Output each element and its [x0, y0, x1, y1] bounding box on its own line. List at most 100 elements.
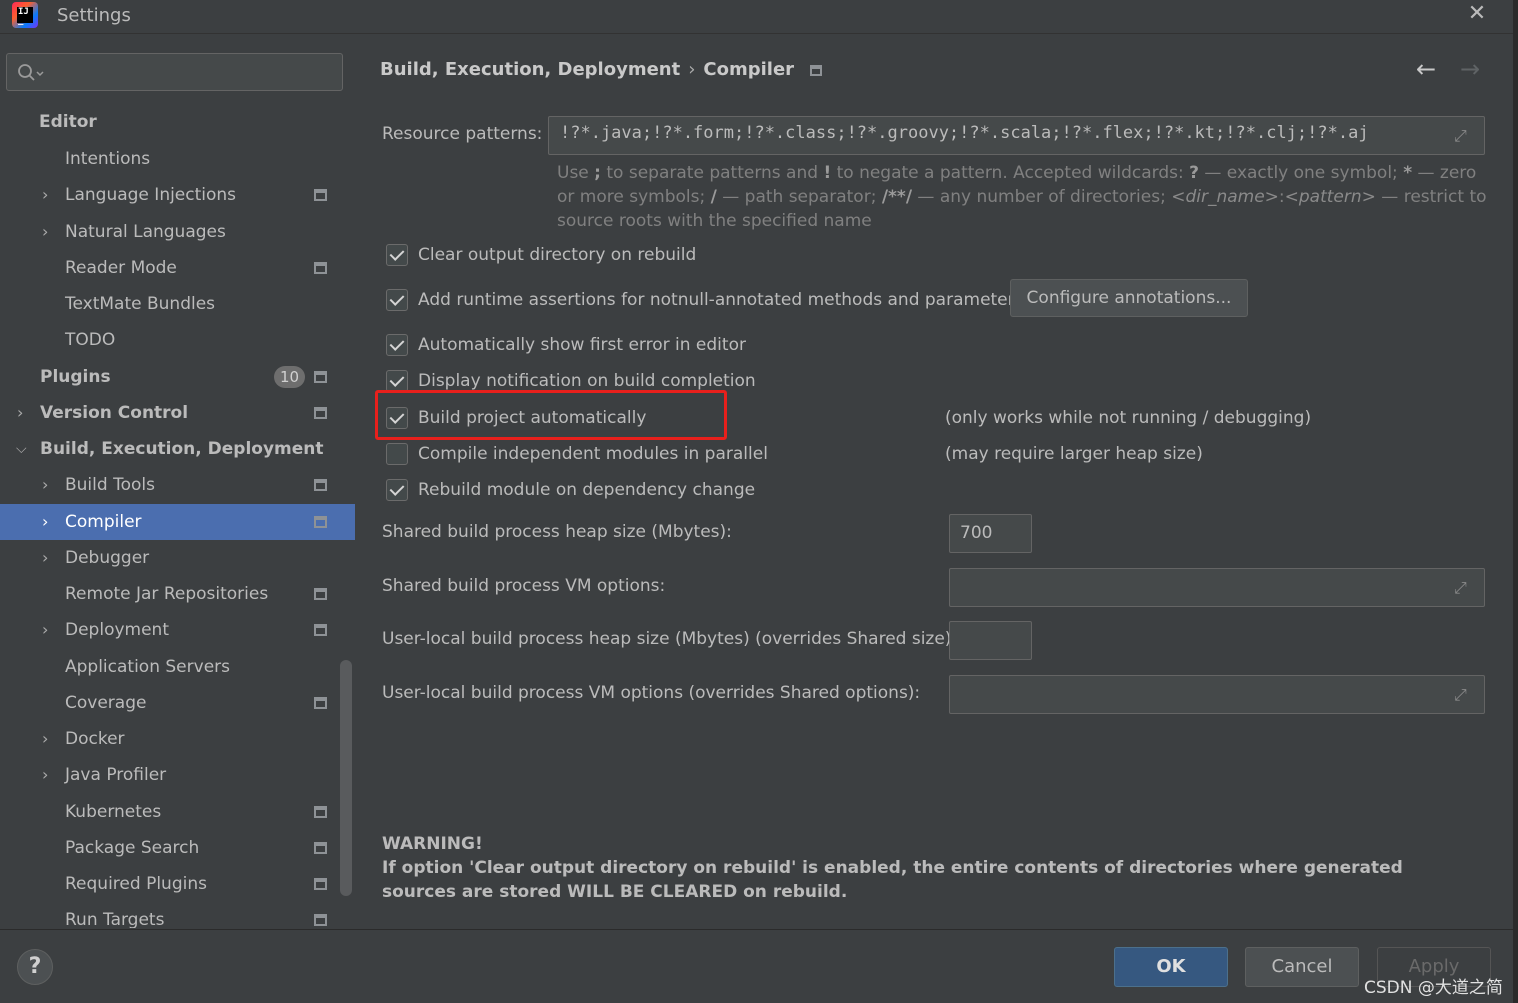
chevron-right-icon[interactable]: › [17, 395, 31, 431]
sidebar-item-language-injections[interactable]: › Language Injections [0, 177, 355, 213]
shared-vm-label: Shared build process VM options: [382, 576, 666, 596]
chevron-right-icon[interactable]: › [42, 721, 56, 757]
forward-arrow-icon[interactable]: → [1460, 57, 1480, 81]
configure-annotations-button[interactable]: Configure annotations... [1010, 279, 1248, 317]
rebuild-on-dependency-checkbox[interactable] [386, 479, 408, 501]
sidebar-item-label: Build Tools [65, 475, 155, 495]
sidebar-item-plugins[interactable]: Plugins 10 [0, 359, 355, 395]
warning-body: If option 'Clear output directory on reb… [382, 858, 1403, 902]
option-label: Rebuild module on dependency change [418, 480, 756, 500]
sidebar-item-label: Debugger [65, 548, 150, 568]
chevron-right-icon[interactable]: › [42, 504, 56, 540]
sidebar-item-label: Compiler [65, 512, 142, 532]
expand-icon[interactable]: ⤢ [1454, 686, 1472, 704]
project-scope-icon [314, 806, 327, 818]
project-scope-icon [314, 914, 327, 926]
runtime-assertions-checkbox[interactable] [386, 289, 408, 311]
ok-button[interactable]: OK [1114, 947, 1228, 987]
breadcrumb-current: Compiler [703, 59, 795, 80]
sidebar-item-coverage[interactable]: Coverage [0, 685, 355, 721]
project-scope-icon [314, 842, 327, 854]
sidebar-item-run-targets[interactable]: Run Targets [0, 902, 355, 928]
sidebar-item-required-plugins[interactable]: Required Plugins [0, 866, 355, 902]
watermark: CSDN @大道之简 [1364, 978, 1503, 998]
sidebar-item-deployment[interactable]: › Deployment [0, 612, 355, 648]
project-scope-icon [314, 624, 327, 636]
sidebar-item-debugger[interactable]: › Debugger [0, 540, 355, 576]
show-first-error-checkbox[interactable] [386, 334, 408, 356]
sidebar-item-natural-languages[interactable]: › Natural Languages [0, 214, 355, 250]
chevron-right-icon[interactable]: › [42, 467, 56, 503]
sidebar-item-label: Natural Languages [65, 222, 226, 242]
chevron-right-icon[interactable]: › [42, 757, 56, 793]
search-icon [18, 64, 44, 81]
sidebar-item-build-tools[interactable]: › Build Tools [0, 467, 355, 503]
project-scope-icon [314, 189, 327, 201]
highlight-box [375, 390, 727, 440]
option-label: Automatically show first error in editor [418, 335, 746, 355]
help-button[interactable]: ? [17, 949, 53, 985]
sidebar-item-package-search[interactable]: Package Search [0, 830, 355, 866]
project-scope-icon [314, 516, 327, 528]
parallel-compile-checkbox[interactable] [386, 443, 408, 465]
compiler-settings-panel: Build, Execution, Deployment › Compiler ← … [356, 35, 1513, 928]
back-arrow-icon[interactable]: ← [1416, 57, 1436, 81]
option-label: Clear output directory on rebuild [418, 245, 697, 265]
expand-icon[interactable]: ⤢ [1454, 579, 1472, 597]
project-scope-icon [314, 407, 327, 419]
resource-patterns-field[interactable]: !?*.java;!?*.form;!?*.class;!?*.groovy;!… [548, 116, 1485, 155]
local-vm-label: User-local build process VM options (ove… [382, 683, 921, 703]
chevron-right-icon[interactable]: › [42, 177, 56, 213]
sidebar-item-label: Editor [39, 112, 97, 132]
cancel-button[interactable]: Cancel [1245, 947, 1359, 987]
intellij-logo-icon: IJ _ [12, 2, 38, 28]
sidebar-item-todo[interactable]: TODO [0, 322, 355, 358]
sidebar-item-compiler[interactable]: › Compiler [0, 504, 355, 540]
local-vm-field[interactable]: ⤢ [949, 675, 1485, 714]
chevron-right-icon[interactable]: › [42, 540, 56, 576]
project-scope-icon [314, 878, 327, 890]
local-heap-label: User-local build process heap size (Mbyt… [382, 629, 958, 649]
sidebar-item-java-profiler[interactable]: › Java Profiler [0, 757, 355, 793]
sidebar-item-editor[interactable]: Editor [0, 104, 355, 140]
chevron-right-icon[interactable]: › [42, 214, 56, 250]
shared-vm-field[interactable]: ⤢ [949, 568, 1485, 607]
plugins-count-badge: 10 [274, 366, 305, 388]
sidebar-item-label: Language Injections [65, 185, 237, 205]
settings-sidebar: Editor Intentions › Language Injections … [0, 35, 355, 928]
sidebar-item-application-servers[interactable]: Application Servers [0, 649, 355, 685]
sidebar-item-label: Deployment [65, 620, 169, 640]
sidebar-item-remote-jar-repositories[interactable]: Remote Jar Repositories [0, 576, 355, 612]
breadcrumb-parent[interactable]: Build, Execution, Deployment [380, 59, 680, 80]
sidebar-item-label: TODO [65, 330, 116, 350]
sidebar-item-label: Java Profiler [65, 765, 167, 785]
local-heap-field[interactable] [949, 621, 1032, 660]
sidebar-item-label: Build, Execution, Deployment [40, 439, 324, 459]
chevron-right-icon[interactable]: › [42, 612, 56, 648]
expand-icon[interactable]: ⤢ [1454, 127, 1472, 145]
build-notification-checkbox[interactable] [386, 370, 408, 392]
sidebar-item-docker[interactable]: › Docker [0, 721, 355, 757]
sidebar-item-label: Version Control [40, 403, 189, 423]
window-edge [1513, 0, 1518, 1003]
sidebar-scrollbar[interactable] [340, 660, 352, 896]
close-icon[interactable]: ✕ [1466, 3, 1488, 25]
sidebar-item-label: Remote Jar Repositories [65, 584, 269, 604]
sidebar-item-reader-mode[interactable]: Reader Mode [0, 250, 355, 286]
sidebar-item-build-execution-deployment[interactable]: ⌵ Build, Execution, Deployment [0, 431, 355, 467]
shared-heap-field[interactable]: 700 [949, 514, 1032, 553]
sidebar-item-label: Run Targets [65, 910, 165, 928]
sidebar-item-textmate-bundles[interactable]: TextMate Bundles [0, 286, 355, 322]
search-input[interactable] [6, 53, 343, 91]
sidebar-item-label: Plugins [40, 367, 111, 387]
sidebar-item-kubernetes[interactable]: Kubernetes [0, 794, 355, 830]
clear-output-checkbox[interactable] [386, 244, 408, 266]
chevron-down-icon[interactable]: ⌵ [16, 431, 30, 467]
build-automatically-note: (only works while not running / debuggin… [945, 408, 1312, 428]
sidebar-item-version-control[interactable]: › Version Control [0, 395, 355, 431]
project-scope-icon [314, 697, 327, 709]
window-title: Settings [57, 5, 131, 26]
sidebar-item-label: TextMate Bundles [65, 294, 216, 314]
warning-text: WARNING! If option 'Clear output directo… [382, 832, 1482, 904]
sidebar-item-intentions[interactable]: Intentions [0, 141, 355, 177]
